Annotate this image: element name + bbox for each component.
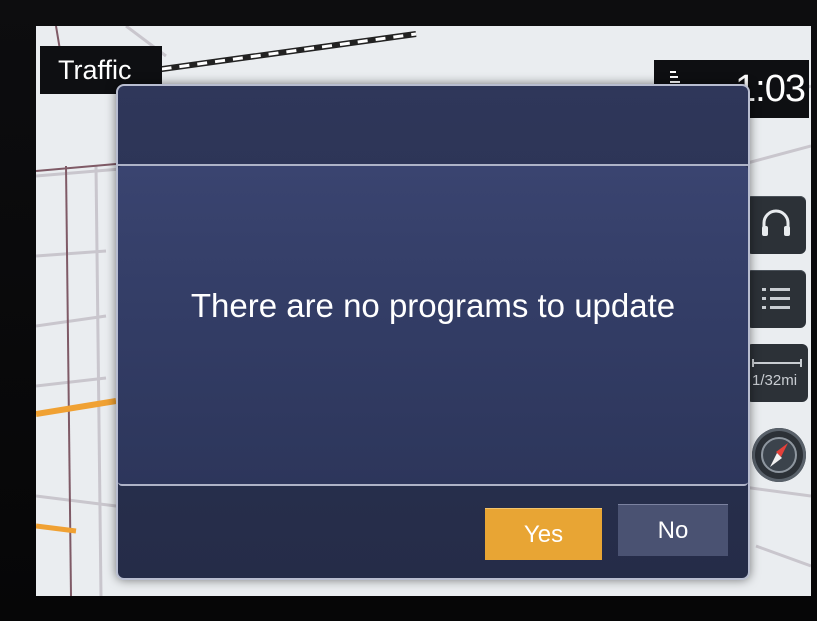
no-button[interactable]: No: [618, 504, 728, 556]
headset-icon: [762, 209, 790, 236]
infotainment-screen: Traffic 1:03 1/32mi There are no program…: [36, 26, 811, 596]
dialog-header: [118, 86, 748, 166]
map-menu-button[interactable]: [746, 270, 806, 328]
map-scale-button[interactable]: 1/32mi: [746, 344, 808, 402]
update-dialog: There are no programs to update Yes No: [116, 84, 750, 580]
dialog-message: There are no programs to update: [190, 287, 676, 324]
yes-button[interactable]: Yes: [485, 508, 602, 560]
map-scale-label: 1/32mi: [752, 372, 798, 389]
compass-icon: [761, 437, 797, 473]
dialog-body: There are no programs to update: [118, 166, 748, 486]
display-bezel: Traffic 1:03 1/32mi There are no program…: [0, 0, 817, 621]
compass-button[interactable]: [752, 428, 806, 482]
list-menu-icon: [762, 288, 790, 309]
voice-assist-button[interactable]: [746, 196, 806, 254]
scale-bar-icon: [752, 359, 802, 367]
